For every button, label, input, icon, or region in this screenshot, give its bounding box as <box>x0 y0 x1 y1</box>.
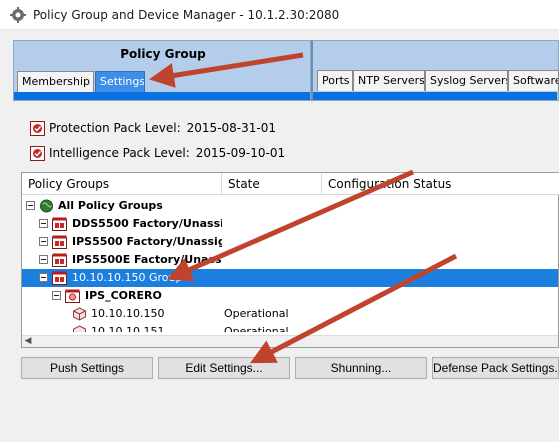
group-icon <box>52 217 67 231</box>
table-row[interactable]: IPS_CORERO <box>22 287 558 305</box>
app-gear-icon <box>10 6 26 23</box>
table-row[interactable]: DDS5500 Factory/Unassigned <box>22 215 558 233</box>
column-header-configuration-status[interactable]: Configuration Status <box>322 173 558 195</box>
horizontal-scrollbar[interactable]: ◀ <box>22 335 558 347</box>
row-name: DDS5500 Factory/Unassigned <box>72 217 222 230</box>
device-settings-accent-bar <box>313 92 557 100</box>
globe-icon <box>40 199 53 213</box>
device-icon <box>73 325 86 332</box>
policy-group-accent-bar <box>14 92 310 100</box>
row-name: IPS_CORERO <box>85 289 162 302</box>
device-settings-panel: Ports NTP Servers Syslog Servers Softwar… <box>311 40 559 101</box>
collapse-icon[interactable] <box>26 201 35 210</box>
tab-ports[interactable]: Ports <box>317 70 353 91</box>
protection-pack-row: Protection Pack Level: 2015-08-31-01 <box>30 120 276 136</box>
defense-pack-settings-button[interactable]: Defense Pack Settings... <box>432 357 559 379</box>
policy-group-title: Policy Group <box>120 47 206 61</box>
policy-group-panel: Policy Group Membership Settings <box>13 40 311 101</box>
collapse-icon[interactable] <box>39 273 48 282</box>
row-name: IPS5500 Factory/Unassigned <box>72 235 222 248</box>
intelligence-pack-row: Intelligence Pack Level: 2015-09-10-01 <box>30 145 285 161</box>
tab-software[interactable]: Software <box>508 70 559 91</box>
collapse-icon[interactable] <box>39 219 48 228</box>
tab-syslog-servers[interactable]: Syslog Servers <box>425 70 508 91</box>
window-title: Policy Group and Device Manager - 10.1.2… <box>33 7 340 22</box>
table-row[interactable]: All Policy Groups <box>22 197 558 215</box>
shunning-button[interactable]: Shunning... <box>295 357 427 379</box>
group-icon <box>52 271 67 285</box>
collapse-icon[interactable] <box>39 255 48 264</box>
row-name: 10.10.10.151 <box>91 325 165 332</box>
group-icon <box>52 235 67 249</box>
collapse-icon[interactable] <box>39 237 48 246</box>
intelligence-pack-icon <box>30 145 45 161</box>
intelligence-pack-value: 2015-09-10-01 <box>195 146 286 160</box>
policy-groups-table[interactable]: Policy Groups State Configuration Status… <box>21 172 559 348</box>
edit-settings-button[interactable]: Edit Settings... <box>158 357 290 379</box>
protection-pack-icon <box>30 120 45 136</box>
table-row[interactable]: 10.10.10.150 Operational <box>22 305 558 323</box>
push-settings-button[interactable]: Push Settings <box>21 357 153 379</box>
table-row-selected[interactable]: 10.10.10.150 Group <box>22 269 558 287</box>
row-state: Operational <box>224 307 289 320</box>
row-name: 10.10.10.150 Group <box>72 271 183 284</box>
column-header-policy-groups[interactable]: Policy Groups <box>22 173 222 195</box>
device-icon <box>73 307 86 321</box>
table-row[interactable]: IPS5500 Factory/Unassigned <box>22 233 558 251</box>
collapse-icon[interactable] <box>52 291 61 300</box>
tab-ntp-servers[interactable]: NTP Servers <box>353 70 425 91</box>
scroll-left-icon[interactable]: ◀ <box>22 336 34 347</box>
intelligence-pack-label: Intelligence Pack Level: <box>49 146 190 160</box>
group-icon <box>52 253 67 267</box>
row-state: Operational <box>224 325 289 332</box>
protection-pack-value: 2015-08-31-01 <box>186 121 276 135</box>
device-group-icon <box>65 289 80 303</box>
protection-pack-label: Protection Pack Level: <box>49 121 181 135</box>
row-name: IPS5500E Factory/Unassigned <box>72 253 222 266</box>
table-header: Policy Groups State Configuration Status <box>22 173 559 195</box>
window-titlebar: Policy Group and Device Manager - 10.1.2… <box>0 0 559 30</box>
column-header-state[interactable]: State <box>222 173 322 195</box>
tab-settings[interactable]: Settings <box>95 71 145 92</box>
row-name: All Policy Groups <box>58 199 163 212</box>
table-row[interactable]: IPS5500E Factory/Unassigned <box>22 251 558 269</box>
table-row[interactable]: 10.10.10.151 Operational <box>22 323 558 332</box>
tab-membership[interactable]: Membership <box>17 71 94 92</box>
row-name: 10.10.10.150 <box>91 307 165 320</box>
